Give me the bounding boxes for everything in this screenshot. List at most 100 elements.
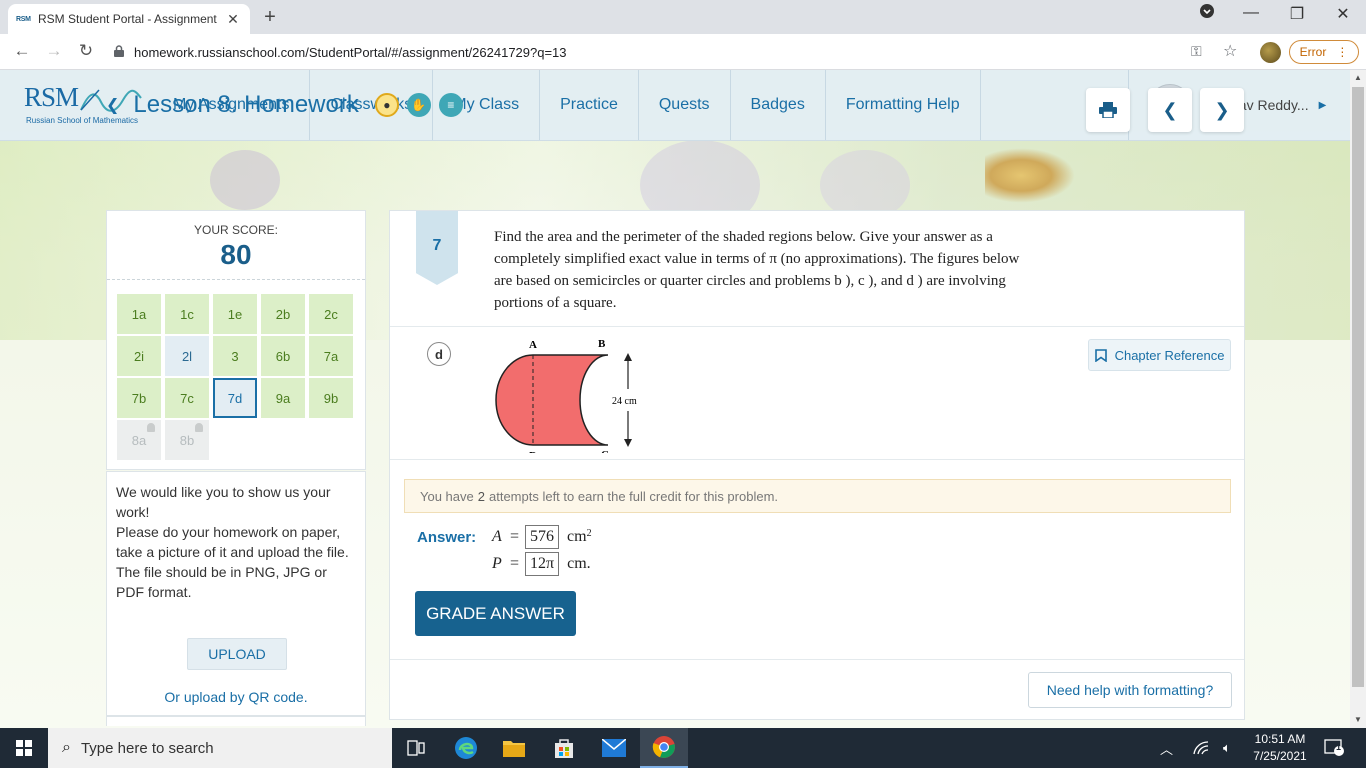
new-tab-icon[interactable]: + bbox=[260, 6, 280, 29]
problem-cell-7b[interactable]: 7b bbox=[117, 378, 161, 418]
scroll-up-icon[interactable]: ▲ bbox=[1350, 70, 1366, 86]
close-window-icon[interactable]: ✕ bbox=[1328, 4, 1358, 24]
problem-cell-2i[interactable]: 2i bbox=[117, 336, 161, 376]
notifications-icon[interactable]: 1 bbox=[1324, 728, 1344, 768]
upload-button[interactable]: UPLOAD bbox=[187, 638, 287, 670]
background-flower bbox=[210, 150, 280, 210]
url-field[interactable]: homework.russianschool.com/StudentPortal… bbox=[108, 39, 1188, 65]
arrowhead-down bbox=[624, 439, 632, 447]
problem-cell-2b[interactable]: 2b bbox=[261, 294, 305, 334]
problem-cell-9b[interactable]: 9b bbox=[309, 378, 353, 418]
problem-cell-7a[interactable]: 7a bbox=[309, 336, 353, 376]
vertex-label-a: A bbox=[529, 339, 537, 351]
vertex-label-d: D bbox=[529, 450, 537, 453]
problem-cell-6b[interactable]: 6b bbox=[261, 336, 305, 376]
error-button[interactable]: Error ⋮ bbox=[1289, 40, 1359, 64]
upload-instruction-2: Please do your homework on paper, take a… bbox=[116, 524, 349, 560]
problem-panel: 7 Find the area and the perimeter of the… bbox=[389, 210, 1245, 720]
edge-icon[interactable] bbox=[442, 728, 490, 768]
problem-cell-label: 7d bbox=[227, 390, 243, 406]
problem-cell-label: 2b bbox=[275, 306, 291, 322]
formatting-help-button[interactable]: Need help with formatting? bbox=[1028, 672, 1232, 708]
minimize-icon[interactable]: — bbox=[1236, 4, 1266, 22]
problem-cell-label: 9b bbox=[323, 390, 339, 406]
problem-cell-3[interactable]: 3 bbox=[213, 336, 257, 376]
equals-sign: = bbox=[506, 528, 520, 545]
problem-cell-label: 8b bbox=[179, 432, 195, 448]
taskbar-clock[interactable]: 10:51 AM 7/25/2021 bbox=[1244, 731, 1316, 765]
tray-overflow-icon[interactable]: ︿ bbox=[1160, 728, 1173, 768]
problem-cell-8b: 8b bbox=[165, 420, 209, 460]
problem-cell-1a[interactable]: 1a bbox=[117, 294, 161, 334]
divider bbox=[390, 326, 1244, 327]
answer-label: Answer: bbox=[417, 529, 477, 546]
upload-instruction-1: We would like you to show us your work! bbox=[116, 484, 331, 520]
menu-formatting-help[interactable]: Formatting Help bbox=[826, 70, 981, 140]
arrowhead-up bbox=[624, 353, 632, 361]
problem-cell-9a[interactable]: 9a bbox=[261, 378, 305, 418]
attempts-notice: You have 2 attempts left to earn the ful… bbox=[404, 479, 1231, 513]
attempts-prefix: You have bbox=[420, 488, 474, 504]
question-text: Find the area and the perimeter of the s… bbox=[494, 229, 1020, 311]
network-icon[interactable] bbox=[1193, 728, 1209, 768]
area-unit-exponent: 2 bbox=[586, 527, 592, 539]
print-button[interactable] bbox=[1086, 88, 1130, 132]
key-icon[interactable]: ⚿ bbox=[1191, 43, 1202, 60]
reload-icon[interactable]: ↻ bbox=[76, 41, 96, 61]
vertical-scrollbar[interactable]: ▲ ▼ bbox=[1350, 70, 1366, 728]
previous-button[interactable]: ❮ bbox=[1148, 88, 1192, 132]
problem-cell-1e[interactable]: 1e bbox=[213, 294, 257, 334]
area-input[interactable]: 576 bbox=[525, 525, 560, 549]
problem-figure: A B C D 24 cm bbox=[495, 338, 637, 453]
area-variable: A bbox=[492, 528, 502, 545]
store-icon[interactable] bbox=[540, 728, 588, 768]
qr-upload-link[interactable]: Or upload by QR code. bbox=[107, 687, 365, 707]
problem-cell-label: 7a bbox=[323, 348, 339, 364]
perimeter-input[interactable]: 12π bbox=[525, 552, 560, 576]
logo-text: RSM bbox=[24, 82, 79, 112]
restore-icon[interactable]: ❐ bbox=[1282, 4, 1312, 24]
back-chevron-icon[interactable]: ❮ bbox=[106, 95, 119, 115]
task-view-icon[interactable] bbox=[392, 728, 440, 768]
menu-practice[interactable]: Practice bbox=[540, 70, 639, 140]
chrome-icon[interactable] bbox=[640, 728, 688, 768]
next-button[interactable]: ❯ bbox=[1200, 88, 1244, 132]
star-icon[interactable]: ☆ bbox=[1223, 41, 1237, 61]
part-label: d bbox=[427, 342, 451, 366]
file-explorer-icon[interactable] bbox=[490, 728, 538, 768]
menu-badges[interactable]: Badges bbox=[731, 70, 826, 140]
windows-start-icon[interactable] bbox=[0, 728, 48, 768]
upload-panel: We would like you to show us your work! … bbox=[106, 471, 366, 716]
browser-tab[interactable]: RSM RSM Student Portal - Assignment ✕ bbox=[8, 4, 250, 34]
problem-cell-label: 1a bbox=[131, 306, 147, 322]
problem-cell-1c[interactable]: 1c bbox=[165, 294, 209, 334]
close-tab-icon[interactable]: ✕ bbox=[224, 11, 242, 28]
grade-answer-button[interactable]: GRADE ANSWER bbox=[415, 591, 576, 636]
problem-cell-label: 8a bbox=[131, 432, 147, 448]
caret-right-icon: ▶ bbox=[1318, 99, 1327, 111]
menu-quests[interactable]: Quests bbox=[639, 70, 731, 140]
problem-cell-7c[interactable]: 7c bbox=[165, 378, 209, 418]
chapter-reference-button[interactable]: Chapter Reference bbox=[1088, 339, 1231, 371]
back-icon[interactable]: ← bbox=[12, 41, 32, 61]
address-bar: ← → ↻ homework.russianschool.com/Student… bbox=[0, 34, 1366, 70]
problem-cell-2c[interactable]: 2c bbox=[309, 294, 353, 334]
taskbar-search[interactable]: ⌕ Type here to search bbox=[48, 728, 392, 768]
problem-cell-2l[interactable]: 2l bbox=[165, 336, 209, 376]
problem-cell-label: 1c bbox=[180, 306, 194, 322]
notes-badge-icon[interactable]: ≡ bbox=[438, 93, 463, 117]
medal-badge-icon[interactable]: ● bbox=[374, 93, 399, 117]
mail-icon[interactable] bbox=[590, 728, 638, 768]
scroll-down-icon[interactable]: ▼ bbox=[1350, 712, 1366, 728]
profile-avatar[interactable] bbox=[1260, 42, 1281, 63]
scrollbar-thumb[interactable] bbox=[1352, 87, 1364, 687]
hand-badge-icon[interactable]: ✋ bbox=[406, 93, 431, 117]
problem-cell-7d[interactable]: 7d bbox=[213, 378, 257, 418]
forward-icon[interactable]: → bbox=[44, 41, 64, 61]
area-equation: A = 576 cm 2 bbox=[492, 525, 592, 549]
attempts-suffix: attempts left to earn the full credit fo… bbox=[488, 488, 779, 504]
volume-muted-icon[interactable]: 🔈︎ bbox=[1223, 728, 1231, 768]
tab-search-icon[interactable] bbox=[1192, 4, 1222, 23]
lock-icon bbox=[147, 423, 155, 432]
rsm-logo[interactable]: RSM Russian School of Mathematics bbox=[24, 82, 142, 125]
